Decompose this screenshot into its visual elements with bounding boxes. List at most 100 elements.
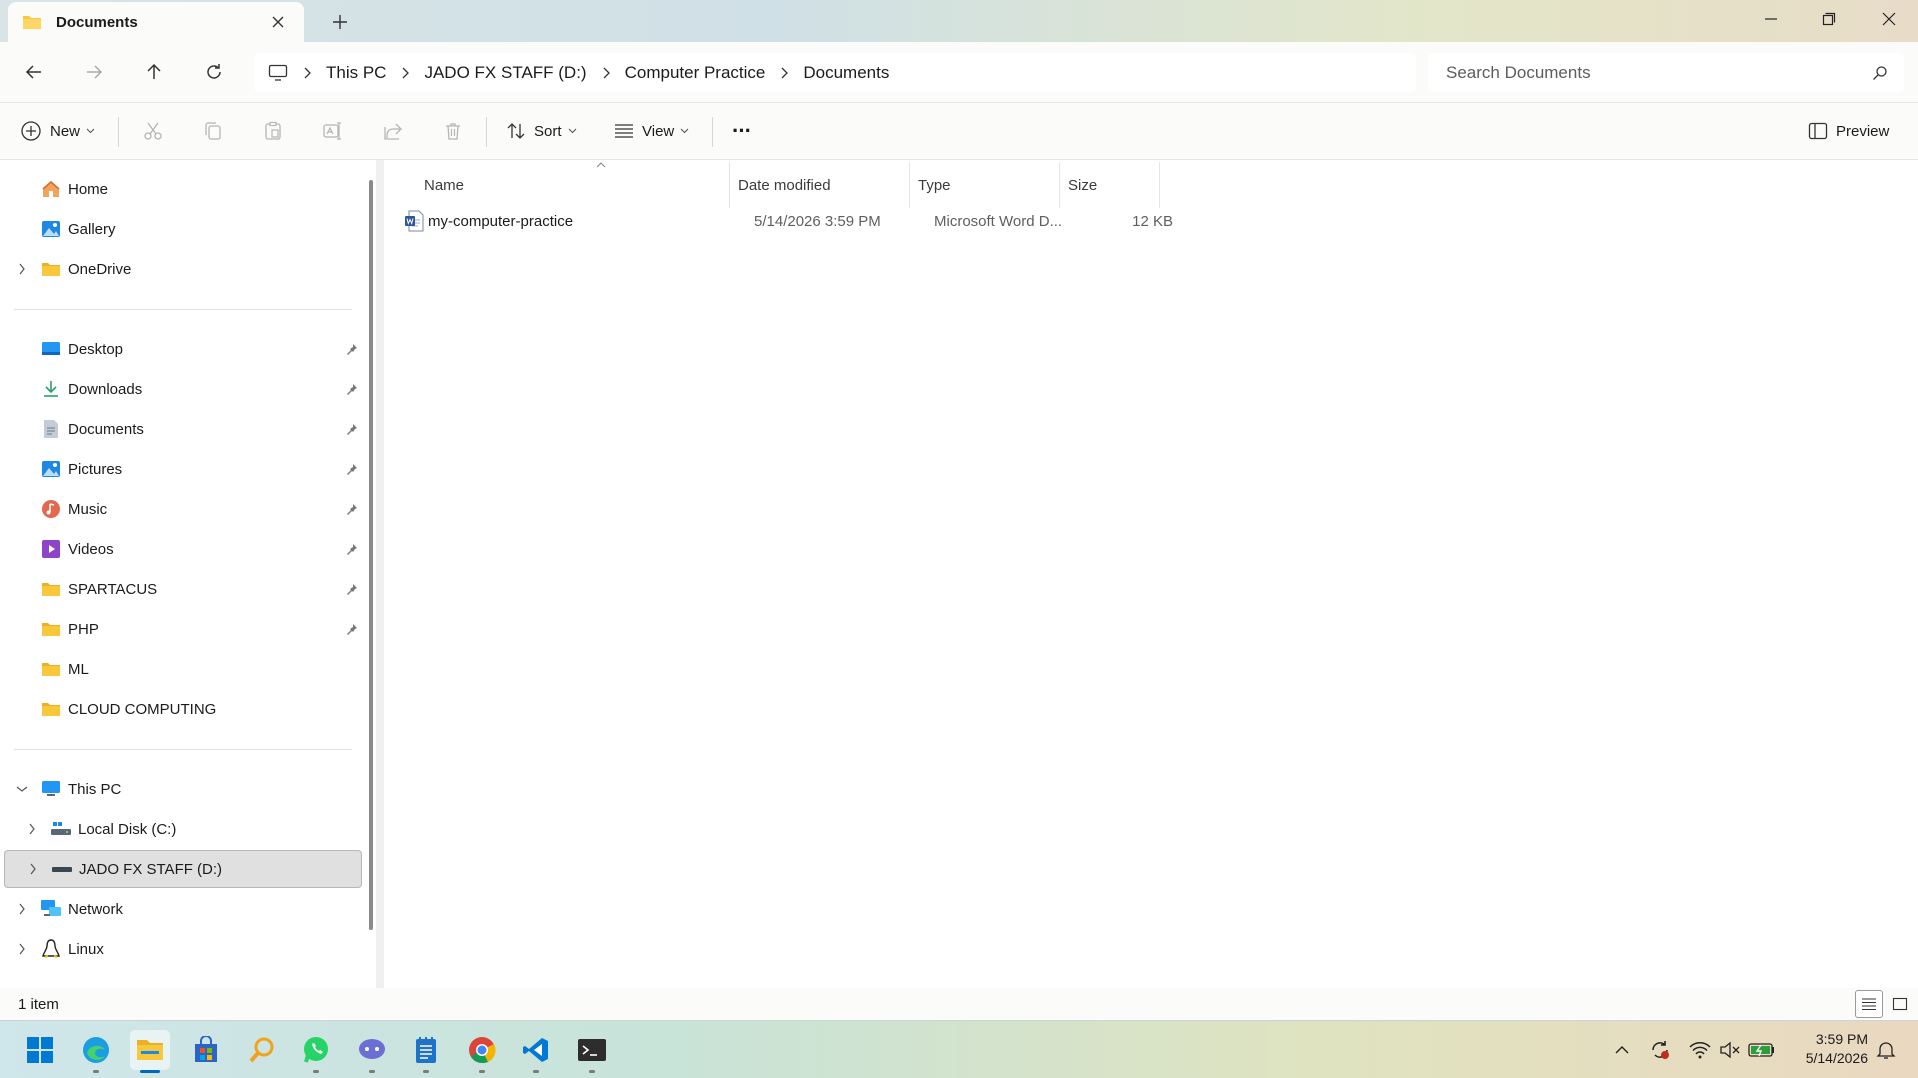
sidebar-item-pictures[interactable]: Pictures: [4, 450, 362, 488]
start-button[interactable]: [20, 1030, 60, 1070]
rename-icon[interactable]: [318, 116, 348, 146]
up-button[interactable]: [136, 54, 172, 90]
share-icon[interactable]: [378, 116, 408, 146]
taskbar-search-app-icon[interactable]: [242, 1030, 282, 1070]
preview-pane-icon: [1808, 122, 1828, 140]
view-button[interactable]: View: [614, 112, 689, 150]
preview-button[interactable]: Preview: [1808, 112, 1889, 150]
copy-icon[interactable]: [198, 116, 228, 146]
sidebar-item-documents[interactable]: Documents: [4, 410, 362, 448]
pin-icon[interactable]: [344, 581, 360, 597]
details-view-button[interactable]: [1855, 990, 1883, 1018]
breadcrumb-documents[interactable]: Documents: [795, 63, 897, 83]
taskbar-file-explorer-icon[interactable]: [130, 1030, 170, 1073]
forward-button[interactable]: [76, 54, 112, 90]
taskbar: 3:59 PM 5/14/2026: [0, 1020, 1918, 1078]
delete-icon[interactable]: [438, 116, 468, 146]
pictures-icon: [40, 458, 62, 480]
sidebar-item-php[interactable]: PHP: [4, 610, 362, 648]
breadcrumb-drive-d[interactable]: JADO FX STAFF (D:): [416, 63, 594, 83]
folder-icon: [40, 618, 62, 640]
volume-muted-icon[interactable]: [1716, 1036, 1744, 1064]
pin-icon[interactable]: [344, 501, 360, 517]
notification-bell-icon[interactable]: [1872, 1036, 1900, 1064]
system-clock[interactable]: 3:59 PM 5/14/2026: [1794, 1030, 1868, 1068]
sync-icon[interactable]: [1646, 1036, 1674, 1064]
taskbar-notepad-icon[interactable]: [406, 1030, 446, 1073]
address-bar[interactable]: This PC JADO FX STAFF (D:) Computer Prac…: [254, 53, 1416, 92]
sidebar-item-label: Downloads: [68, 380, 143, 398]
pin-icon[interactable]: [344, 461, 360, 477]
sidebar-item-this-pc[interactable]: This PC: [4, 770, 362, 808]
taskbar-whatsapp-icon[interactable]: [296, 1030, 336, 1073]
chevron-right-icon[interactable]: [296, 62, 318, 84]
sidebar-item-label: Network: [68, 900, 124, 918]
clock-time: 3:59 PM: [1815, 1031, 1868, 1047]
chevron-right-icon[interactable]: [24, 821, 40, 837]
chevron-right-icon[interactable]: [595, 62, 617, 84]
chevron-right-icon[interactable]: [14, 261, 30, 277]
wifi-icon[interactable]: [1686, 1036, 1714, 1064]
file-row[interactable]: my-computer-practice 5/14/2026 3:59 PM M…: [404, 202, 1544, 240]
sidebar-item-label: Desktop: [68, 340, 124, 358]
pin-icon[interactable]: [344, 421, 360, 437]
taskbar-edge-icon[interactable]: [76, 1030, 116, 1073]
sidebar-item-spartacus[interactable]: SPARTACUS: [4, 570, 362, 608]
pin-icon[interactable]: [344, 381, 360, 397]
close-tab-icon[interactable]: [266, 10, 290, 34]
sidebar-scrollbar[interactable]: [369, 180, 373, 930]
pin-icon[interactable]: [344, 621, 360, 637]
chevron-right-icon[interactable]: [394, 62, 416, 84]
sidebar-item-ml[interactable]: ML: [4, 650, 362, 688]
taskbar-vscode-icon[interactable]: [516, 1030, 556, 1073]
search-input[interactable]: [1444, 61, 1872, 84]
sidebar-item-cloud-computing[interactable]: CLOUD COMPUTING: [4, 690, 362, 728]
breadcrumb-this-pc[interactable]: This PC: [318, 63, 394, 83]
large-icons-view-button[interactable]: [1886, 990, 1914, 1018]
new-tab-button[interactable]: [326, 8, 354, 36]
chevron-right-icon[interactable]: [25, 861, 41, 877]
sidebar-item-network[interactable]: Network: [4, 890, 362, 928]
sidebar-item-downloads[interactable]: Downloads: [4, 370, 362, 408]
battery-charging-icon[interactable]: [1748, 1036, 1776, 1064]
taskbar-chrome-icon[interactable]: [462, 1030, 502, 1073]
file-name[interactable]: my-computer-practice: [428, 202, 573, 240]
chevron-right-icon[interactable]: [14, 941, 30, 957]
close-window-button[interactable]: [1860, 0, 1918, 38]
column-header-label: Type: [918, 176, 951, 194]
chevron-right-icon[interactable]: [773, 62, 795, 84]
new-button[interactable]: New: [20, 112, 95, 150]
pane-splitter[interactable]: [376, 160, 384, 988]
sidebar-item-desktop[interactable]: Desktop: [4, 330, 362, 368]
search-icon[interactable]: [1872, 65, 1888, 81]
tab-documents[interactable]: Documents: [8, 2, 304, 42]
sidebar-item-music[interactable]: Music: [4, 490, 362, 528]
chevron-right-icon[interactable]: [14, 901, 30, 917]
sidebar-item-linux[interactable]: Linux: [4, 930, 362, 968]
sidebar-item-gallery[interactable]: Gallery: [4, 210, 362, 248]
back-button[interactable]: [16, 54, 52, 90]
sidebar-item-videos[interactable]: Videos: [4, 530, 362, 568]
chevron-up-icon[interactable]: [1608, 1036, 1636, 1064]
pin-icon[interactable]: [344, 341, 360, 357]
running-indicator: [369, 1070, 375, 1073]
taskbar-chat-app-icon[interactable]: [352, 1030, 392, 1073]
sidebar-item-onedrive[interactable]: OneDrive: [4, 250, 362, 288]
paste-icon[interactable]: [258, 116, 288, 146]
minimize-button[interactable]: [1742, 0, 1800, 38]
sidebar-item-home[interactable]: Home: [4, 170, 362, 208]
more-options-button[interactable]: ···: [732, 112, 752, 150]
breadcrumb-computer-practice[interactable]: Computer Practice: [617, 63, 774, 83]
search-box[interactable]: [1428, 53, 1904, 92]
sidebar-item-local-disk-c[interactable]: Local Disk (C:): [4, 810, 362, 848]
taskbar-terminal-icon[interactable]: [572, 1030, 612, 1073]
pin-icon[interactable]: [344, 541, 360, 557]
sidebar-item-jado-fx-staff-d[interactable]: JADO FX STAFF (D:): [4, 850, 362, 888]
refresh-button[interactable]: [196, 54, 232, 90]
folder-icon: [40, 658, 62, 680]
chevron-down-icon[interactable]: [14, 781, 30, 797]
sort-button[interactable]: Sort: [506, 112, 577, 150]
restore-button[interactable]: [1800, 0, 1858, 38]
taskbar-store-icon[interactable]: [186, 1030, 226, 1070]
cut-icon[interactable]: [138, 116, 168, 146]
